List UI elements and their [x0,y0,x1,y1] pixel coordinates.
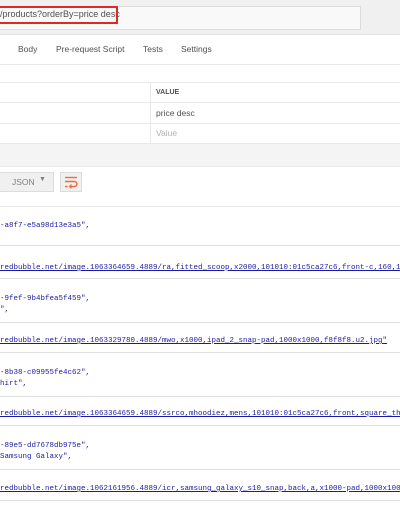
response-line: -89e5-dd7678db975e", [0,442,91,450]
response-link[interactable]: redbubble.net/image.1063364659.4889/ra,f… [0,264,400,272]
response-format-label: JSON [12,177,35,187]
params-table-row-divider [0,102,400,103]
response-divider [0,278,400,279]
response-line: -8b38-c09955fe4c62", [0,369,91,377]
response-divider [0,396,400,397]
params-table-row-divider [0,123,400,124]
response-divider [0,500,400,501]
tab-pre-request-script[interactable]: Pre-request Script [56,44,125,54]
response-divider [0,425,400,426]
response-line: ", [0,306,10,314]
response-divider [0,352,400,353]
response-divider [0,469,400,470]
wrap-lines-icon [65,176,78,189]
response-line: hirt", [0,380,28,388]
response-link[interactable]: redbubble.net/image.1063329780.4889/mwo,… [0,337,387,345]
response-line: -a8f7-e5a98d13e3a5", [0,222,91,230]
response-line: -9fef-9b4bfea5f459", [0,295,91,303]
tab-tests[interactable]: Tests [143,44,163,54]
params-table-top [0,82,400,83]
params-value-placeholder[interactable]: Value [156,128,177,138]
params-value-header: VALUE [156,89,180,96]
wrap-lines-button[interactable] [60,172,82,192]
response-link[interactable]: redbubble.net/image.1063364659.4889/ssrc… [0,410,400,418]
response-link[interactable]: redbubble.net/image.1062161956.4889/icr,… [0,485,400,493]
chevron-down-icon: ▼ [39,176,46,183]
response-divider [0,322,400,323]
response-divider [0,245,400,246]
params-value-cell[interactable]: price desc [156,108,195,118]
tab-settings[interactable]: Settings [181,44,212,54]
response-line: Samsung Galaxy", [0,453,73,461]
response-body [0,206,400,517]
response-header-bar [0,143,400,167]
url-highlight-box [0,6,118,24]
params-column-divider [150,82,151,143]
tab-body[interactable]: Body [18,44,37,54]
